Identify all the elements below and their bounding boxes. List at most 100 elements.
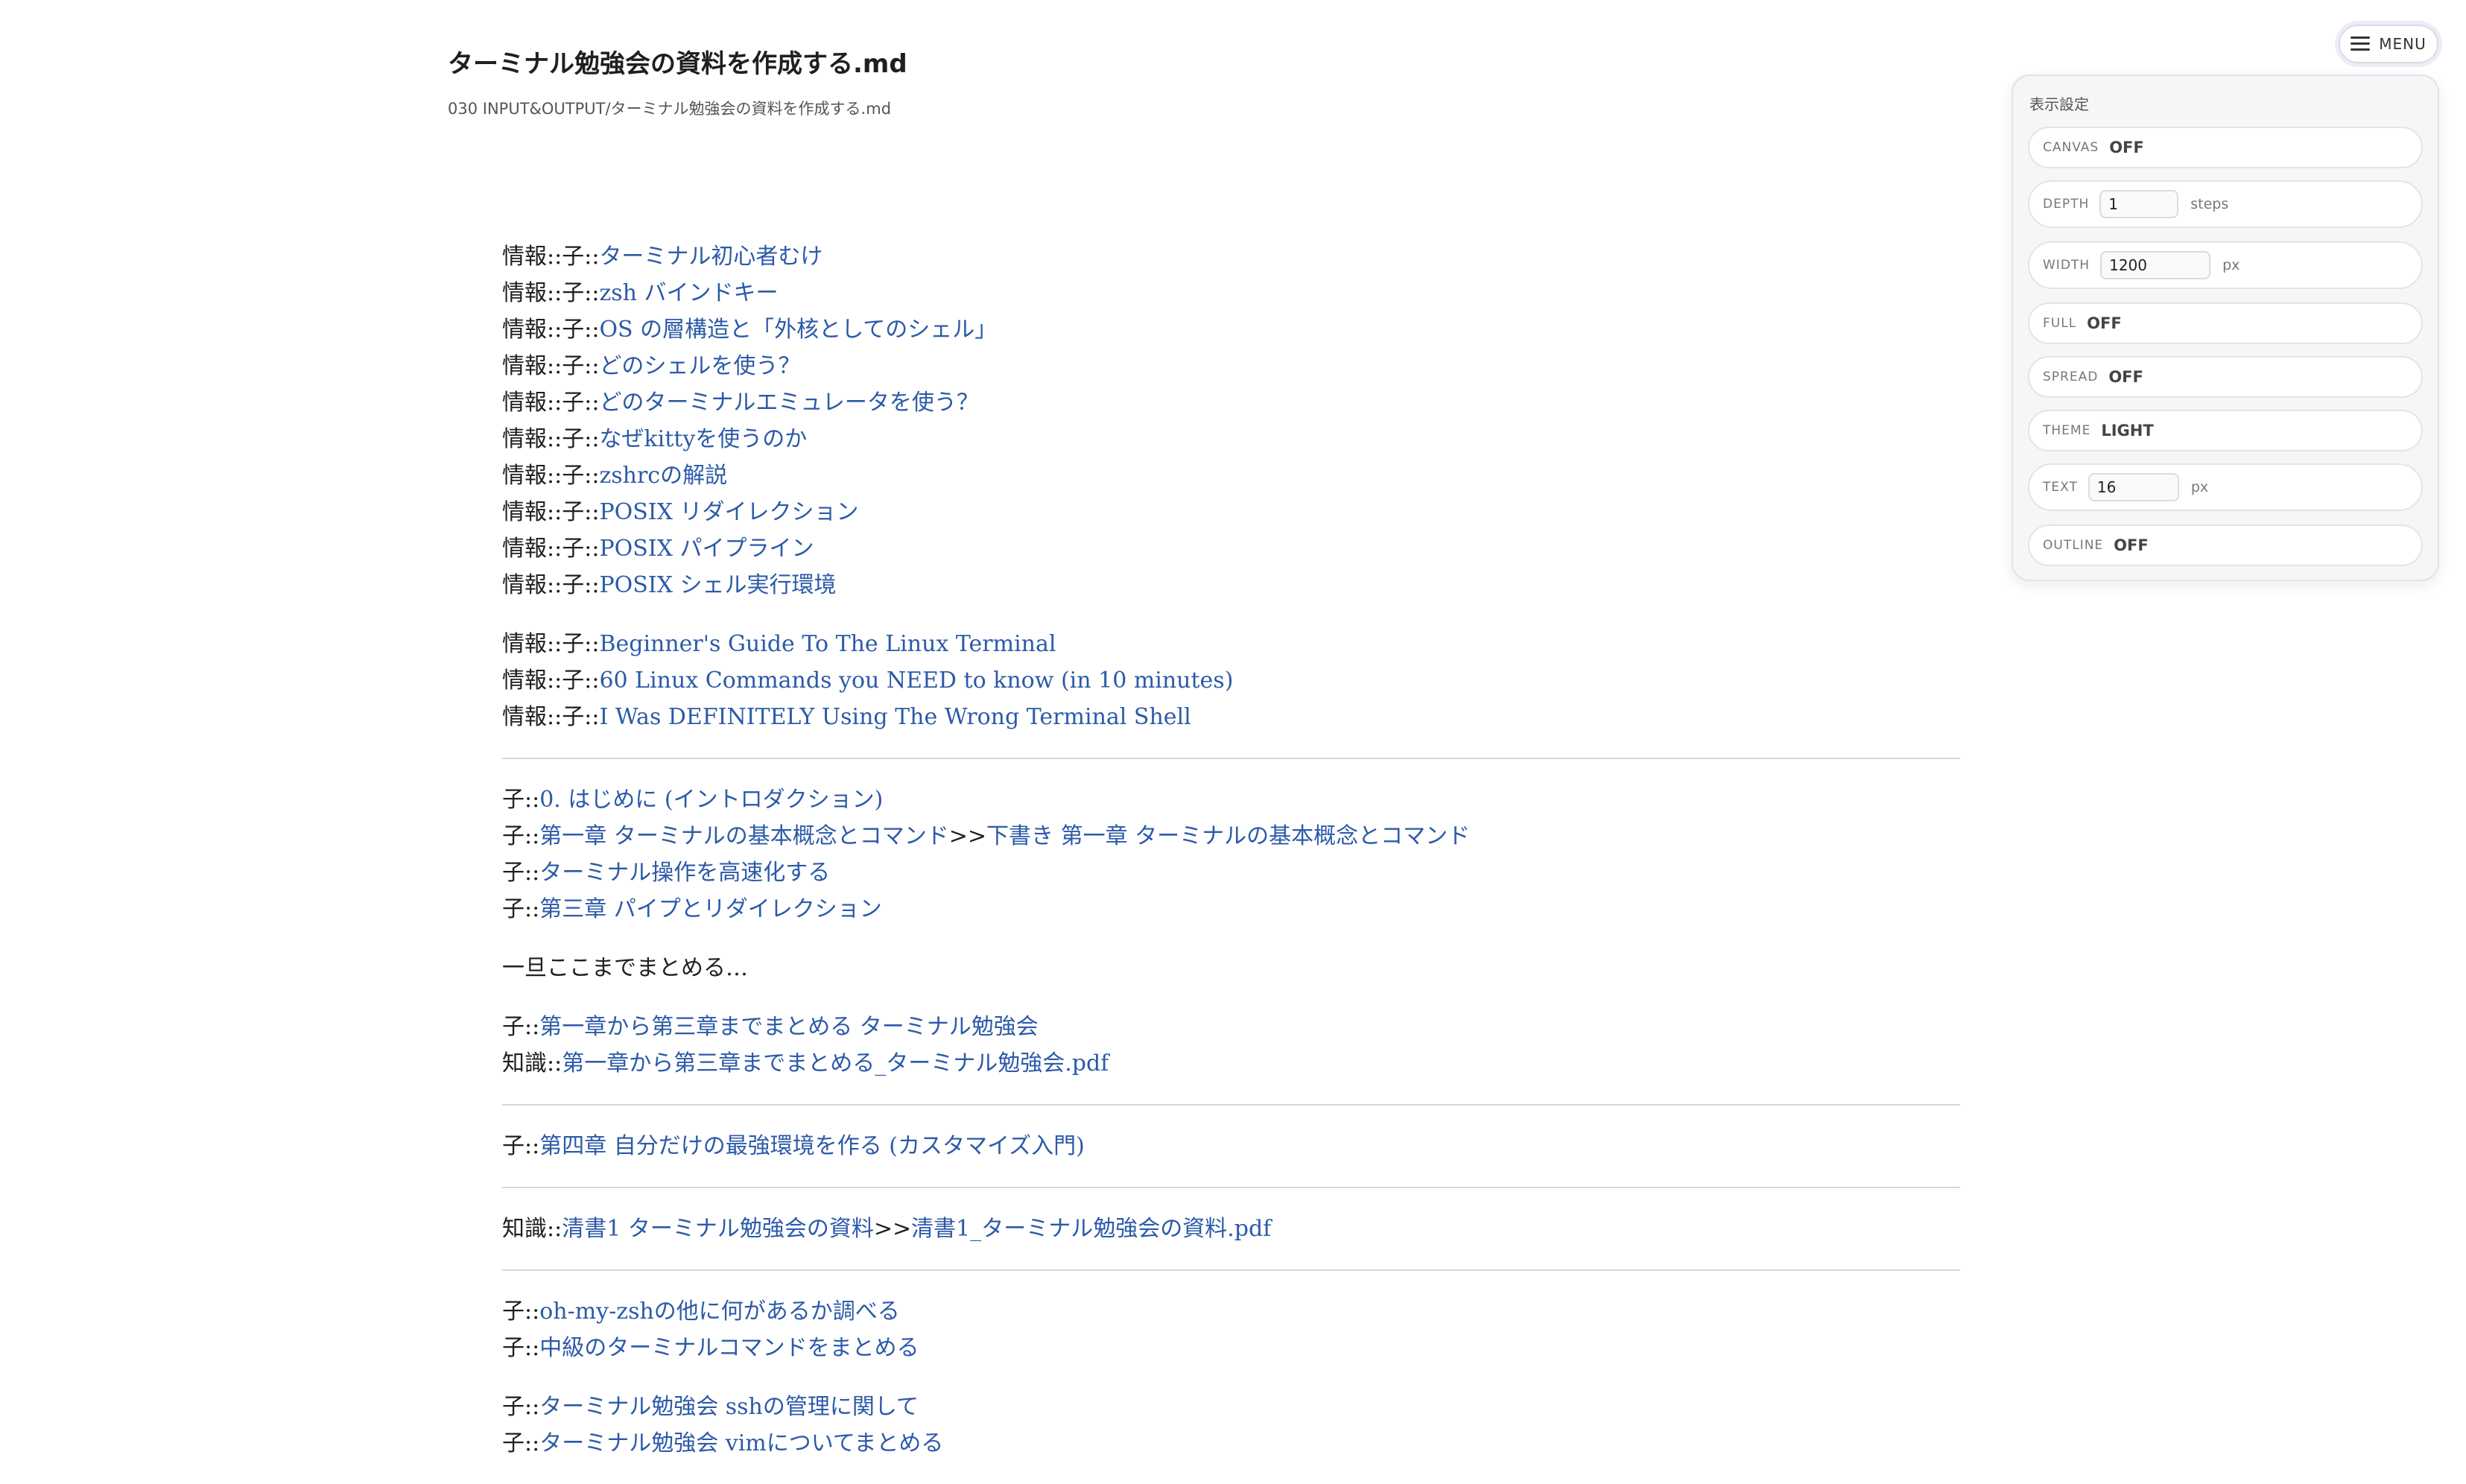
internal-link[interactable]: ターミナル操作を高速化する — [539, 860, 830, 886]
link-prefix: 情報::子:: — [502, 536, 600, 562]
link-group-chapter4: 子::第四章 自分だけの最強環境を作る (カスタマイズ入門) — [502, 1128, 1960, 1164]
link-prefix: 情報::子:: — [502, 353, 600, 379]
setting-text-size: TEXT px — [2028, 463, 2423, 511]
internal-link[interactable]: POSIX パイプライン — [599, 536, 814, 562]
internal-link[interactable]: POSIX リダイレクション — [599, 499, 858, 525]
list-item: 情報::子::Beginner's Guide To The Linux Ter… — [502, 626, 1960, 662]
page-title: ターミナル勉強会の資料を作成する.md — [448, 49, 907, 79]
link-prefix: 子:: — [502, 1394, 540, 1420]
divider — [502, 758, 1960, 759]
setting-full-toggle[interactable]: FULL OFF — [2028, 302, 2423, 344]
note-text: 一旦ここまでまとめる… — [502, 955, 748, 981]
link-prefix: 情報::子:: — [502, 631, 600, 657]
list-item: 情報::子::POSIX リダイレクション — [502, 494, 1960, 530]
setting-outline-toggle[interactable]: OUTLINE OFF — [2028, 524, 2423, 566]
setting-unit: px — [2222, 257, 2240, 273]
setting-key: OUTLINE — [2043, 538, 2104, 553]
internal-link[interactable]: zshrcの解説 — [599, 463, 727, 489]
list-item: 子::第四章 自分だけの最強環境を作る (カスタマイズ入門) — [502, 1128, 1960, 1164]
link-group-chapters: 子::0. はじめに (イントロダクション) 子::第一章 ターミナルの基本概念… — [502, 781, 1960, 928]
note-paragraph: 一旦ここまでまとめる… — [502, 950, 1960, 986]
internal-link[interactable]: 下書き 第一章 ターミナルの基本概念とコマンド — [986, 823, 1470, 849]
list-item: 情報::子::POSIX パイプライン — [502, 530, 1960, 567]
list-item: 子::ターミナル勉強会 vimについてまとめる — [502, 1425, 1960, 1462]
list-item: 情報::子::どのシェルを使う？ — [502, 348, 1960, 384]
link-prefix: 情報::子:: — [502, 499, 600, 525]
link-prefix: 子:: — [502, 896, 540, 922]
setting-theme-toggle[interactable]: THEME LIGHT — [2028, 410, 2423, 451]
internal-link[interactable]: Beginner's Guide To The Linux Terminal — [599, 631, 1056, 657]
internal-link[interactable]: ターミナル初心者むけ — [599, 244, 822, 270]
text-size-input[interactable] — [2088, 473, 2179, 501]
link-prefix: 情報::子:: — [502, 390, 600, 416]
link-prefix: 情報::子:: — [502, 317, 600, 343]
setting-unit: steps — [2190, 196, 2229, 212]
list-item: 子::中級のターミナルコマンドをまとめる — [502, 1330, 1960, 1366]
internal-link[interactable]: 第一章から第三章までまとめる ターミナル勉強会 — [539, 1014, 1039, 1040]
link-prefix: 情報::子:: — [502, 463, 600, 489]
list-item: 情報::子::POSIX シェル実行環境 — [502, 567, 1960, 603]
list-item: 子::0. はじめに (イントロダクション) — [502, 781, 1960, 818]
setting-value: OFF — [2087, 314, 2122, 332]
setting-width: WIDTH px — [2028, 241, 2423, 289]
setting-spread-toggle[interactable]: SPREAD OFF — [2028, 356, 2423, 398]
setting-value: OFF — [2114, 536, 2149, 554]
internal-link[interactable]: 中級のターミナルコマンドをまとめる — [539, 1335, 919, 1361]
width-input[interactable] — [2100, 251, 2211, 279]
display-settings-panel: 表示設定 CANVAS OFF DEPTH steps WIDTH px FUL… — [2012, 74, 2439, 581]
depth-input[interactable] — [2099, 190, 2179, 218]
internal-link[interactable]: どのターミナルエミュレータを使う？ — [599, 390, 978, 416]
divider — [502, 1269, 1960, 1271]
internal-link[interactable]: 清書1 ターミナル勉強会の資料 — [562, 1216, 874, 1242]
internal-link[interactable]: なぜkittyを使うのか — [599, 426, 807, 452]
list-item: 情報::子::ターミナル初心者むけ — [502, 238, 1960, 275]
list-item: 情報::子::60 Linux Commands you NEED to kno… — [502, 662, 1960, 699]
internal-link[interactable]: 60 Linux Commands you NEED to know (in 1… — [599, 668, 1233, 694]
link-prefix: 知識:: — [502, 1216, 562, 1242]
link-prefix: 子:: — [502, 823, 540, 849]
setting-key: CANVAS — [2043, 140, 2099, 155]
internal-link[interactable]: 第三章 パイプとリダイレクション — [539, 896, 882, 922]
link-prefix: 知識:: — [502, 1050, 562, 1076]
list-item: 情報::子::どのターミナルエミュレータを使う？ — [502, 384, 1960, 421]
list-item: 子::第三章 パイプとリダイレクション — [502, 891, 1960, 928]
setting-key: FULL — [2043, 316, 2077, 331]
internal-link[interactable]: ターミナル勉強会 sshの管理に関して — [539, 1394, 919, 1420]
link-prefix: 子:: — [502, 1430, 540, 1456]
menu-button[interactable]: MENU — [2339, 25, 2438, 63]
internal-link[interactable]: I Was DEFINITELY Using The Wrong Termina… — [599, 704, 1191, 730]
link-separator: >> — [948, 823, 987, 849]
internal-link[interactable]: 第一章 ターミナルの基本概念とコマンド — [539, 823, 949, 849]
link-group-videos: 情報::子::Beginner's Guide To The Linux Ter… — [502, 626, 1960, 735]
link-group-todo: 子::oh-my-zshの他に何があるか調べる 子::中級のターミナルコマンドを… — [502, 1293, 1960, 1366]
internal-link[interactable]: POSIX シェル実行環境 — [599, 572, 836, 598]
setting-key: TEXT — [2043, 480, 2078, 495]
list-item: 子::第一章から第三章までまとめる ターミナル勉強会 — [502, 1009, 1960, 1045]
link-prefix: 子:: — [502, 860, 540, 886]
divider — [502, 1104, 1960, 1106]
internal-link[interactable]: 第一章から第三章までまとめる_ターミナル勉強会.pdf — [562, 1050, 1109, 1076]
list-item: 子::oh-my-zshの他に何があるか調べる — [502, 1293, 1960, 1330]
internal-link[interactable]: どのシェルを使う？ — [599, 353, 800, 379]
internal-link[interactable]: zsh バインドキー — [599, 280, 778, 306]
link-prefix: 子:: — [502, 1133, 540, 1159]
setting-canvas-toggle[interactable]: CANVAS OFF — [2028, 127, 2423, 168]
setting-key: SPREAD — [2043, 370, 2099, 384]
list-item: 知識::清書1 ターミナル勉強会の資料>>清書1_ターミナル勉強会の資料.pdf — [502, 1211, 1960, 1247]
internal-link[interactable]: oh-my-zshの他に何があるか調べる — [539, 1298, 900, 1325]
list-item: 子::ターミナル操作を高速化する — [502, 854, 1960, 891]
internal-link[interactable]: 0. はじめに (イントロダクション) — [539, 787, 883, 813]
setting-unit: px — [2190, 479, 2209, 495]
internal-link[interactable]: 第四章 自分だけの最強環境を作る (カスタマイズ入門) — [539, 1133, 1085, 1159]
link-prefix: 情報::子:: — [502, 668, 600, 694]
internal-link[interactable]: ターミナル勉強会 vimについてまとめる — [539, 1430, 943, 1456]
link-prefix: 子:: — [502, 787, 540, 813]
link-prefix: 子:: — [502, 1298, 540, 1325]
link-prefix: 情報::子:: — [502, 426, 600, 452]
list-item: 知識::第一章から第三章までまとめる_ターミナル勉強会.pdf — [502, 1045, 1960, 1082]
list-item: 子::第一章 ターミナルの基本概念とコマンド>>下書き 第一章 ターミナルの基本… — [502, 818, 1960, 854]
internal-link[interactable]: OS の層構造と「外核としてのシェル」 — [599, 317, 997, 343]
link-prefix: 子:: — [502, 1014, 540, 1040]
link-group-info: 情報::子::ターミナル初心者むけ 情報::子::zsh バインドキー 情報::… — [502, 238, 1960, 603]
internal-link[interactable]: 清書1_ターミナル勉強会の資料.pdf — [911, 1216, 1271, 1242]
